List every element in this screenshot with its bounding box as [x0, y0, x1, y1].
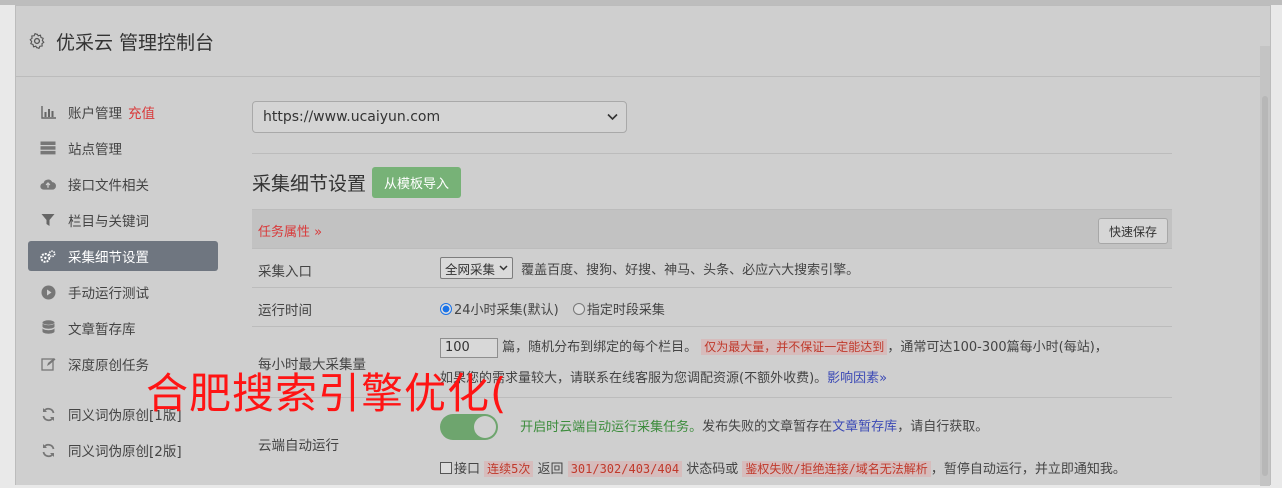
- collect-entry-desc: 覆盖百度、搜狗、好搜、神马、头条、必应六大搜索引擎。: [521, 262, 860, 278]
- server-icon: [40, 140, 56, 156]
- radio-scheduled[interactable]: [572, 303, 585, 315]
- row-content: 100 篇，随机分布到绑定的每个栏目。 仅为最大量，并不保证一定能达到 ，通常可达…: [440, 336, 1108, 358]
- page-title: 优采云 管理控制台: [56, 31, 215, 54]
- max-warning-badge: 仅为最大量，并不保证一定能达到: [701, 339, 888, 355]
- chevron-down-icon: [499, 265, 508, 271]
- row-run-time: 运行时间 24小时采集(默认) 指定时段采集: [252, 287, 1172, 326]
- import-template-button[interactable]: 从模板导入: [372, 167, 462, 198]
- cloud-text-3: 返回: [537, 462, 564, 477]
- row-label: 运行时间: [258, 303, 312, 319]
- badge-auth-failure: 鉴权失败/拒绝连接/域名无法解析: [742, 461, 931, 477]
- article-storage-link[interactable]: 文章暂存库: [832, 420, 897, 435]
- quick-save-button[interactable]: 快速保存: [1097, 218, 1168, 244]
- row-label: 云端自动运行: [258, 438, 339, 454]
- sidebar-item-label: 深度原创任务: [68, 358, 149, 374]
- sidebar-item-interface-files[interactable]: 接口文件相关: [28, 169, 218, 199]
- section-title: 采集细节设置: [252, 173, 367, 195]
- chevron-down-icon: [607, 110, 618, 124]
- radio-scheduled-label: 指定时段采集: [586, 303, 665, 318]
- impact-factors-link[interactable]: 影响因素»: [827, 371, 887, 386]
- row-collect-entry: 采集入口 全网采集 覆盖百度、搜狗、好搜、神马、头条、必应六大搜索引擎。: [252, 248, 1172, 287]
- table-header-row: 任务属性 » 快速保存: [252, 209, 1172, 248]
- max-text-1: 篇，随机分布到绑定的每个栏目。: [502, 340, 698, 355]
- scrollbar-thumb[interactable]: [1262, 96, 1268, 476]
- cloud-text-5: ，暂停自动运行，并立即通知我。: [930, 462, 1126, 477]
- recharge-link[interactable]: 充值: [128, 102, 155, 122]
- row-content: 开启时云端自动运行采集任务。发布失败的文章暂存在文章暂存库，请自行获取。: [440, 414, 988, 440]
- interface-checkbox[interactable]: [440, 462, 452, 474]
- row-content-line2: 接口 连续5次 返回 301/302/403/404 状态码或 鉴权失败/拒绝连…: [440, 458, 1126, 477]
- collect-entry-select-value: 全网采集: [445, 261, 496, 277]
- divider: [252, 153, 1172, 154]
- sidebar-item-label: 手动运行测试: [68, 286, 149, 302]
- cloud-upload-icon: [40, 176, 56, 192]
- collect-entry-select[interactable]: 全网采集: [440, 257, 513, 279]
- row-content: 全网采集 覆盖百度、搜狗、好搜、神马、头条、必应六大搜索引擎。: [440, 257, 859, 279]
- checkbox-label: 接口: [454, 462, 481, 477]
- edit-icon: [40, 356, 56, 372]
- row-label: 采集入口: [258, 264, 312, 280]
- radio-24h-label: 24小时采集(默认): [454, 303, 559, 318]
- cloud-green-text: 开启时云端自动运行采集任务。: [520, 419, 703, 435]
- radio-24h[interactable]: [440, 303, 452, 315]
- badge-5-times: 连续5次: [484, 461, 534, 477]
- sidebar-item-article-storage[interactable]: 文章暂存库: [28, 313, 218, 343]
- gears-icon: [40, 248, 56, 264]
- watermark-overlay-text: 合肥搜索引擎优化(: [146, 369, 508, 418]
- sidebar-item-label: 栏目与关键词: [68, 214, 149, 230]
- cloud-text-1: 发布失败的文章暂存在: [702, 419, 833, 435]
- sidebar-item-synonym-v2[interactable]: 同义词伪原创[2版]: [28, 435, 218, 465]
- site-select[interactable]: https://www.ucaiyun.com: [252, 101, 627, 133]
- scrollbar[interactable]: [1260, 46, 1270, 486]
- database-icon: [40, 320, 56, 336]
- gear-icon: [28, 32, 46, 50]
- sidebar-item-collect-settings[interactable]: 采集细节设置: [28, 241, 218, 271]
- task-props-toggle[interactable]: 任务属性 »: [258, 221, 322, 240]
- sidebar-item-label: 采集细节设置: [68, 250, 149, 266]
- max-text-2: ，通常可达100-300篇每小时(每站)，: [887, 340, 1108, 355]
- refresh-icon: [40, 406, 56, 422]
- filter-icon: [40, 212, 56, 228]
- cloud-text-2: ，请自行获取。: [897, 419, 989, 435]
- sidebar-item-label: 站点管理: [68, 142, 122, 158]
- bar-chart-icon: [40, 104, 56, 120]
- badge-status-codes: 301/302/403/404: [567, 461, 683, 477]
- sidebar-item-account[interactable]: 账户管理 充值: [28, 97, 218, 127]
- site-select-value: https://www.ucaiyun.com: [263, 109, 441, 125]
- page-header: 优采云 管理控制台: [16, 6, 1270, 77]
- sidebar-item-label: 同义词伪原创[2版]: [68, 444, 182, 460]
- refresh-icon: [40, 442, 56, 458]
- sidebar-item-label: 接口文件相关: [68, 178, 149, 194]
- sidebar-item-sites[interactable]: 站点管理: [28, 133, 218, 163]
- settings-table: 任务属性 » 快速保存 采集入口 全网采集 覆盖百度、搜狗、好搜、神马、头条、必…: [252, 209, 1172, 488]
- cloud-text-4: 状态码或: [686, 462, 739, 477]
- play-circle-icon: [40, 284, 56, 300]
- sidebar-item-label: 文章暂存库: [68, 322, 136, 338]
- sidebar-item-label: 账户管理: [68, 106, 122, 122]
- sidebar-item-manual-test[interactable]: 手动运行测试: [28, 277, 218, 307]
- section-header: 采集细节设置 从模板导入: [252, 167, 462, 198]
- sidebar-item-columns-keywords[interactable]: 栏目与关键词: [28, 205, 218, 235]
- main-content: https://www.ucaiyun.com 采集细节设置 从模板导入 任务属…: [252, 101, 1172, 477]
- row-content: 24小时采集(默认) 指定时段采集: [440, 299, 665, 318]
- max-per-hour-input[interactable]: 100: [440, 338, 498, 358]
